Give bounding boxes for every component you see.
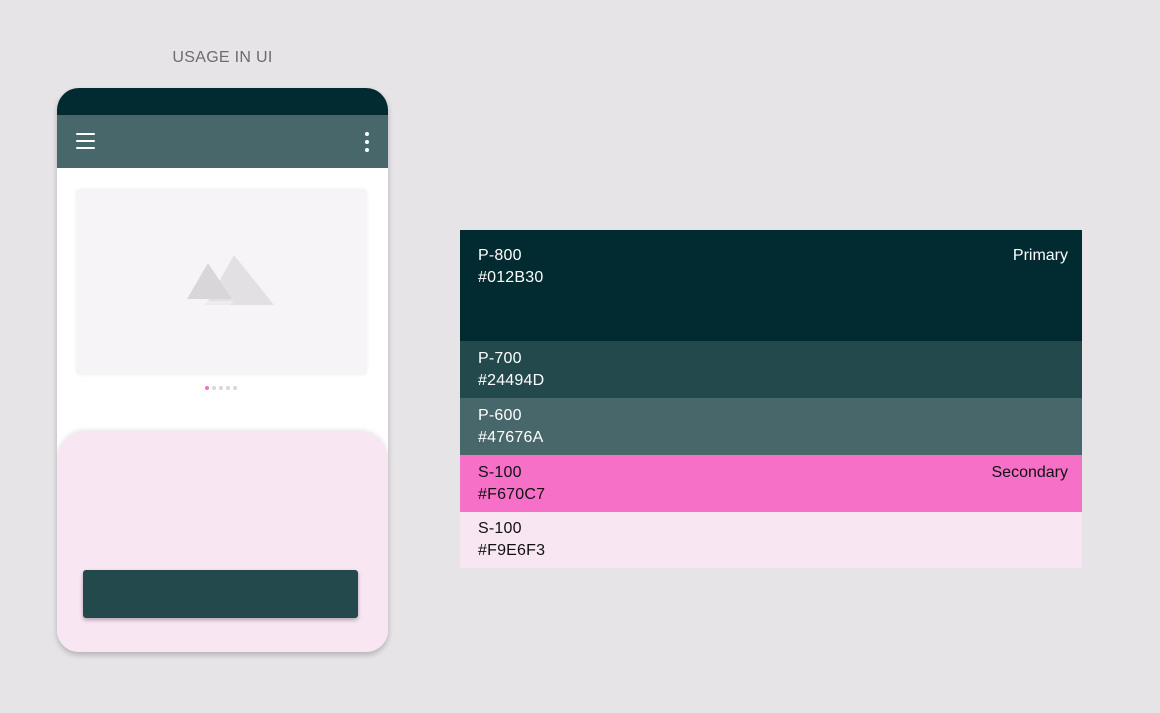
primary-action-button[interactable]	[83, 570, 358, 618]
usage-in-ui-title: USAGE IN UI	[172, 49, 273, 66]
image-carousel[interactable]	[76, 189, 367, 375]
swatch-p-800: P-800 #012B30 Primary	[460, 230, 1082, 341]
carousel-pagination	[205, 386, 237, 390]
menu-icon[interactable]	[76, 133, 95, 149]
swatch-hex: #012B30	[478, 269, 544, 286]
swatch-name: P-600	[478, 407, 522, 424]
swatch-name: S-100	[478, 464, 522, 481]
status-bar	[57, 88, 388, 115]
swatch-s-100-pink: S-100 #F670C7 Secondary	[460, 455, 1082, 512]
image-placeholder-icon	[187, 255, 274, 305]
swatch-hex: #F9E6F3	[478, 542, 546, 559]
swatch-group-label: Secondary	[991, 464, 1069, 481]
pagination-dot-active[interactable]	[205, 386, 209, 390]
pagination-dot[interactable]	[212, 386, 216, 390]
swatch-hex: #47676A	[478, 429, 544, 446]
phone-mockup	[57, 88, 388, 652]
app-bar	[57, 115, 388, 168]
swatch-name: S-100	[478, 520, 522, 537]
swatch-p-600: P-600 #47676A	[460, 398, 1082, 455]
pagination-dot[interactable]	[219, 386, 223, 390]
more-vert-icon[interactable]	[362, 132, 372, 152]
swatch-name: P-800	[478, 247, 522, 264]
swatch-name: P-700	[478, 350, 522, 367]
color-palette: P-800 #012B30 Primary P-700 #24494D P-60…	[460, 230, 1082, 568]
bottom-sheet	[57, 432, 388, 652]
pagination-dot[interactable]	[226, 386, 230, 390]
swatch-group-label: Primary	[1012, 247, 1068, 264]
swatch-hex: #24494D	[478, 372, 545, 389]
swatch-s-100-light: S-100 #F9E6F3	[460, 512, 1082, 568]
pagination-dot[interactable]	[233, 386, 237, 390]
swatch-hex: #F670C7	[478, 486, 546, 503]
swatch-p-700: P-700 #24494D	[460, 341, 1082, 398]
